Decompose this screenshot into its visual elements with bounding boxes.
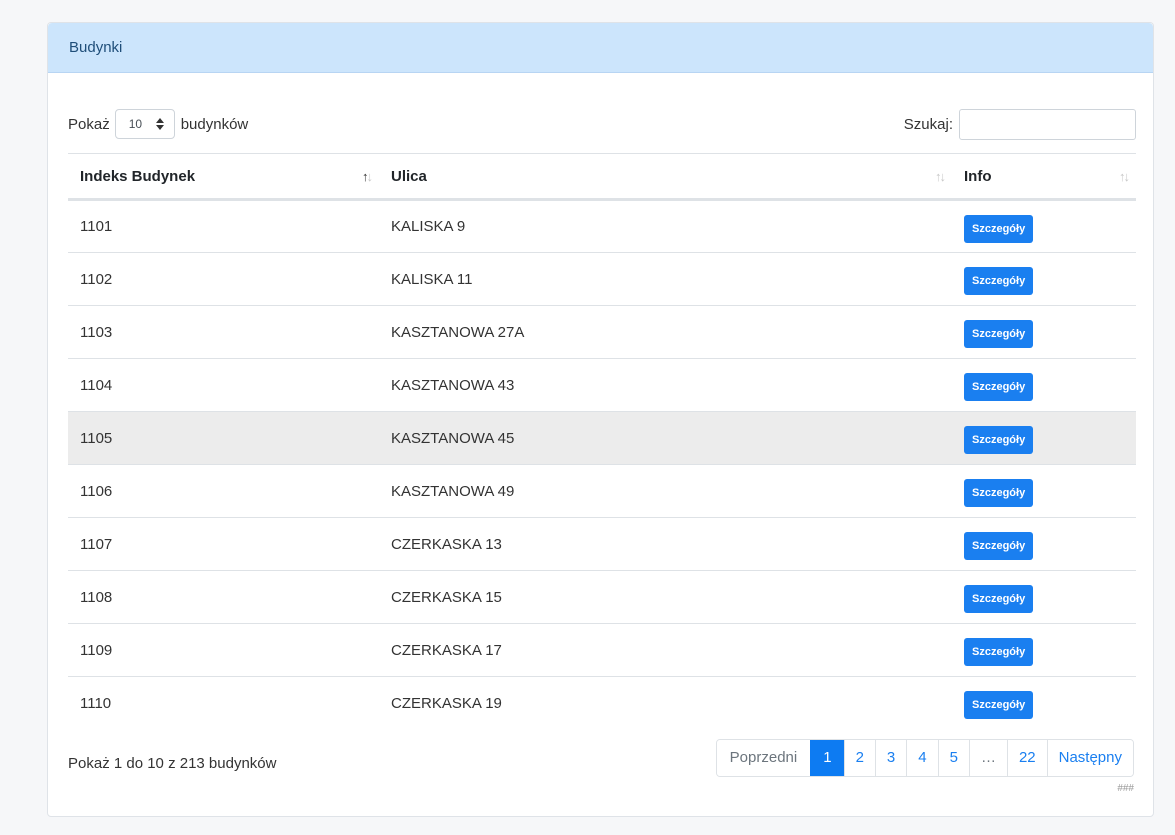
details-button[interactable]: Szczegóły <box>964 267 1034 295</box>
pagination-ellipsis: … <box>968 740 1007 776</box>
info-cell: Szczegóły <box>952 200 1136 253</box>
details-button[interactable]: Szczegóły <box>964 214 1034 243</box>
info-cell: Szczegóły <box>952 517 1136 571</box>
street-cell: KALISKA 9 <box>391 218 466 235</box>
info-cell: Szczegóły <box>952 305 1136 359</box>
table-row: 1108 CZERKASKA 15 Szczegóły <box>68 570 1136 624</box>
building-index-cell: 1109 <box>68 623 379 677</box>
select-arrows-icon <box>155 117 164 131</box>
pagination-page-4[interactable]: 4 <box>906 740 938 776</box>
details-button[interactable]: Szczegóły <box>964 585 1034 613</box>
column-header-index[interactable]: Indeks Budynek ↑↓ <box>68 153 379 201</box>
building-index-cell: 1107 <box>68 517 379 571</box>
pagination-page-3[interactable]: 3 <box>874 740 907 776</box>
building-index-cell: 1108 <box>68 570 379 624</box>
sort-arrows-icon: ↑↓ <box>362 169 373 184</box>
card-header: Budynki <box>48 23 1153 73</box>
info-cell: Szczegóły <box>952 676 1136 730</box>
info-cell: Szczegóły <box>952 358 1136 412</box>
details-button[interactable]: Szczegóły <box>964 691 1034 720</box>
building-index-cell: 1105 <box>68 411 379 465</box>
sort-arrows-icon: ↑↓ <box>935 169 946 184</box>
street-cell: CZERKASKA 15 <box>379 570 952 624</box>
buildings-table: Indeks Budynek ↑↓ Ulica ↑↓ Info ↑↓ 1101 K… <box>68 153 1136 730</box>
column-header-info[interactable]: Info ↑↓ <box>952 153 1136 201</box>
pagination-page-5[interactable]: 5 <box>937 740 969 776</box>
table-row: 1109 CZERKASKA 17 Szczegóły <box>68 623 1136 677</box>
details-button[interactable]: Szczegóły <box>964 638 1034 666</box>
table-row: 1106 KASZTANOWA 49 Szczegóły <box>68 464 1136 518</box>
building-index-cell: 1110 <box>68 676 379 730</box>
sort-arrows-icon: ↑↓ <box>1119 169 1130 184</box>
pagination-page-22[interactable]: 22 <box>1006 740 1047 776</box>
building-index-cell: 1103 <box>68 305 379 359</box>
info-cell: Szczegóły <box>952 570 1136 624</box>
length-suffix: budynków <box>180 115 249 133</box>
street-cell: KALISKA 11 <box>379 252 952 306</box>
info-cell: Szczegóły <box>952 623 1136 677</box>
table-row: 1104 KASZTANOWA 43 Szczegóły <box>68 358 1136 412</box>
street-cell: CZERKASKA 17 <box>379 623 952 677</box>
street-cell: KASZTANOWA 45 <box>379 411 952 465</box>
info-cell: Szczegóły <box>952 411 1136 465</box>
show-label: Pokaż <box>68 115 110 133</box>
street-cell: KASZTANOWA 49 <box>379 464 952 518</box>
street-cell: CZERKASKA 13 <box>379 517 952 571</box>
pagination-page-2[interactable]: 2 <box>843 740 875 776</box>
table-row: 1102 KALISKA 11 Szczegóły <box>68 252 1136 306</box>
building-index-cell: 1104 <box>68 358 379 412</box>
search-control: Szukaj: <box>904 108 1136 140</box>
street-cell: CZERKASKA 19 <box>379 676 952 730</box>
pagination-page-1[interactable]: 1 <box>810 740 844 776</box>
street-cell: KASZTANOWA 43 <box>379 358 952 412</box>
details-button[interactable]: Szczegóły <box>964 320 1034 348</box>
building-index-cell: 1101 <box>80 218 113 235</box>
table-info: Pokaż 1 do 10 z 213 budynków <box>68 755 277 772</box>
footer-hash: ### <box>1117 783 1134 794</box>
pagination: Poprzedni 1 2 3 4 5 … 22 Następny <box>715 739 1134 777</box>
building-index-cell: 1106 <box>68 464 379 518</box>
details-button[interactable]: Szczegóły <box>964 373 1034 401</box>
table-body: 1101 KALISKA 9 Szczegóły 1102 KALISKA 11 Szcz… <box>68 200 1136 730</box>
page-length-control: Pokaż 10 budynków <box>68 108 248 140</box>
details-button[interactable]: Szczegóły <box>964 426 1034 454</box>
table-row: 1107 CZERKASKA 13 Szczegóły <box>68 517 1136 571</box>
street-cell: KASZTANOWA 27A <box>379 305 952 359</box>
search-label: Szukaj: <box>903 115 953 133</box>
search-input[interactable] <box>959 108 1136 140</box>
table-row: 1103 KASZTANOWA 27A Szczegóły <box>68 305 1136 359</box>
info-cell: Szczegóły <box>952 464 1136 518</box>
table-row: 1105 KASZTANOWA 45 Szczegóły <box>68 411 1136 465</box>
pagination-previous[interactable]: Poprzedni <box>716 740 811 776</box>
page-length-select[interactable]: 10 <box>114 109 175 139</box>
table-controls: Pokaż 10 budynków Szukaj: <box>68 108 1136 140</box>
details-button[interactable]: Szczegóły <box>964 479 1034 507</box>
building-index-cell: 1102 <box>68 252 379 306</box>
details-button[interactable]: Szczegóły <box>964 532 1034 560</box>
pagination-next[interactable]: Następny <box>1046 740 1133 776</box>
buildings-card: Budynki Pokaż 10 budynków Szukaj: Indeks… <box>47 22 1154 817</box>
column-header-street[interactable]: Ulica ↑↓ <box>379 153 952 201</box>
table-row: 1110 CZERKASKA 19 Szczegóły <box>68 676 1136 730</box>
page-length-value: 10 <box>128 117 143 131</box>
table-row: 1101 KALISKA 9 Szczegóły <box>68 200 1136 253</box>
info-cell: Szczegóły <box>952 252 1136 306</box>
